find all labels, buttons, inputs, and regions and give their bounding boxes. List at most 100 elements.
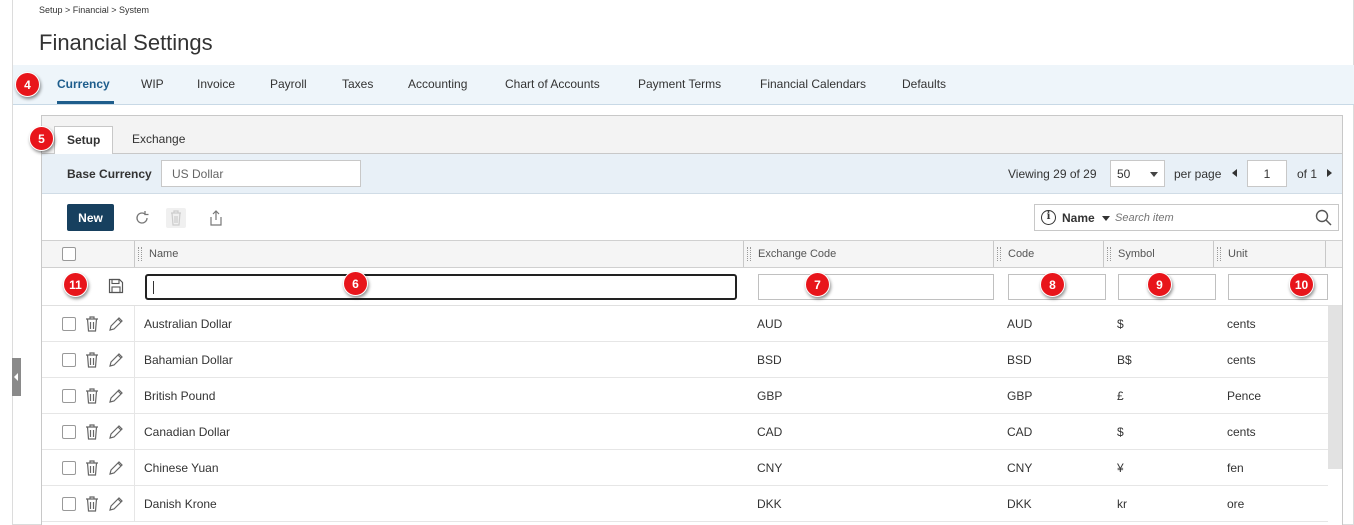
- cell-exchange-code: CNY: [757, 461, 783, 475]
- tab-exchange[interactable]: Exchange: [120, 126, 197, 155]
- trash-icon[interactable]: [84, 351, 100, 369]
- viewing-value: 29 of 29: [1053, 167, 1097, 181]
- cell-symbol: kr: [1117, 497, 1127, 511]
- trash-icon[interactable]: [84, 495, 100, 513]
- breadcrumb: Setup > Financial > System: [39, 5, 150, 15]
- row-checkbox[interactable]: [62, 353, 76, 367]
- column-header-code[interactable]: Code: [994, 241, 1104, 267]
- search-input[interactable]: [1115, 209, 1305, 227]
- column-resize-handle[interactable]: [1217, 247, 1221, 261]
- table-row[interactable]: Canadian Dollar CAD CAD $ cents: [42, 414, 1328, 450]
- callout-marker-8: 8: [1040, 272, 1065, 297]
- row-checkbox[interactable]: [62, 389, 76, 403]
- trash-icon[interactable]: [84, 423, 100, 441]
- per-page-select[interactable]: 50: [1110, 160, 1165, 187]
- pencil-icon[interactable]: [107, 459, 123, 477]
- callout-marker-7: 7: [805, 272, 830, 297]
- name-input[interactable]: [145, 274, 737, 300]
- table-row[interactable]: Australian Dollar AUD AUD $ cents: [42, 306, 1328, 342]
- column-resize-handle[interactable]: [138, 247, 142, 261]
- cell-code: GBP: [1007, 389, 1033, 403]
- refresh-icon[interactable]: [132, 208, 152, 228]
- column-divider: [134, 486, 135, 522]
- cell-exchange-code: GBP: [757, 389, 783, 403]
- callout-marker-10: 10: [1289, 272, 1314, 297]
- column-resize-handle[interactable]: [997, 247, 1001, 261]
- column-resize-handle[interactable]: [1107, 247, 1111, 261]
- previous-page-icon[interactable]: [1232, 169, 1237, 177]
- new-button[interactable]: New: [67, 204, 114, 231]
- row-checkbox[interactable]: [62, 425, 76, 439]
- cell-unit: cents: [1227, 353, 1256, 367]
- chevron-left-icon: [14, 373, 18, 381]
- page-title: Financial Settings: [39, 30, 213, 55]
- callout-marker-4: 4: [15, 72, 40, 97]
- sub-tab-bar: Setup Exchange: [42, 116, 1342, 155]
- table-row[interactable]: British Pound GBP GBP £ Pence: [42, 378, 1328, 414]
- trash-icon[interactable]: [166, 208, 186, 228]
- active-tab-indicator: [57, 101, 114, 104]
- table-row[interactable]: Danish Krone DKK DKK kr ore: [42, 486, 1328, 522]
- export-icon[interactable]: [206, 208, 226, 228]
- grid-header: Name Exchange Code Code Symbol Unit: [42, 240, 1342, 268]
- cell-unit: cents: [1227, 425, 1256, 439]
- cell-name: Canadian Dollar: [144, 425, 231, 439]
- page-total-label: of 1: [1297, 167, 1318, 181]
- tab-accounting[interactable]: Accounting: [408, 77, 467, 91]
- cell-code: AUD: [1007, 317, 1033, 331]
- tab-chart-of-accounts[interactable]: Chart of Accounts: [505, 77, 600, 91]
- column-resize-handle[interactable]: [747, 247, 751, 261]
- text-cursor: [153, 281, 154, 294]
- viewing-label: Viewing: [1008, 167, 1050, 181]
- cell-symbol: £: [1117, 389, 1124, 403]
- tab-payroll[interactable]: Payroll: [270, 77, 307, 91]
- row-checkbox[interactable]: [62, 461, 76, 475]
- next-page-icon[interactable]: [1327, 169, 1332, 177]
- pencil-icon[interactable]: [107, 315, 123, 333]
- search-icon[interactable]: [1314, 208, 1334, 228]
- per-page-label: per page: [1174, 167, 1222, 181]
- column-header-exchange-code[interactable]: Exchange Code: [744, 241, 994, 267]
- search-field-select[interactable]: Name: [1062, 211, 1095, 225]
- tab-taxes[interactable]: Taxes: [342, 77, 373, 91]
- pencil-icon[interactable]: [107, 495, 123, 513]
- base-currency-input[interactable]: US Dollar: [161, 160, 361, 187]
- pencil-icon[interactable]: [107, 423, 123, 441]
- trash-icon[interactable]: [84, 315, 100, 333]
- cell-name: British Pound: [144, 389, 216, 403]
- trash-icon[interactable]: [84, 459, 100, 477]
- tab-payment-terms[interactable]: Payment Terms: [638, 77, 721, 91]
- sidebar-collapse-handle[interactable]: [12, 358, 21, 396]
- tab-setup[interactable]: Setup: [54, 126, 114, 155]
- tab-wip[interactable]: WIP: [141, 77, 164, 91]
- viewing-count: Viewing 29 of 29: [1008, 167, 1097, 181]
- tab-defaults[interactable]: Defaults: [902, 77, 946, 91]
- main-tab-bar: Currency WIP Invoice Payroll Taxes Accou…: [13, 65, 1354, 105]
- callout-marker-9: 9: [1147, 272, 1172, 297]
- column-header-name[interactable]: Name: [135, 241, 744, 267]
- search-box: i Name: [1034, 204, 1339, 231]
- page-number-input[interactable]: 1: [1247, 160, 1287, 187]
- chevron-down-icon[interactable]: [1102, 216, 1110, 221]
- cell-exchange-code: DKK: [757, 497, 782, 511]
- row-checkbox[interactable]: [62, 497, 76, 511]
- info-icon[interactable]: i: [1041, 210, 1056, 225]
- tab-financial-calendars[interactable]: Financial Calendars: [760, 77, 866, 91]
- tab-invoice[interactable]: Invoice: [197, 77, 235, 91]
- pencil-icon[interactable]: [107, 351, 123, 369]
- tab-currency[interactable]: Currency: [57, 77, 110, 91]
- row-checkbox[interactable]: [62, 317, 76, 331]
- column-header-symbol[interactable]: Symbol: [1104, 241, 1214, 267]
- column-divider: [134, 414, 135, 450]
- table-row[interactable]: Bahamian Dollar BSD BSD B$ cents: [42, 342, 1328, 378]
- vertical-scrollbar[interactable]: [1328, 306, 1342, 469]
- pencil-icon[interactable]: [107, 387, 123, 405]
- trash-icon[interactable]: [84, 387, 100, 405]
- cell-unit: cents: [1227, 317, 1256, 331]
- cell-code: CAD: [1007, 425, 1033, 439]
- column-header-unit[interactable]: Unit: [1214, 241, 1326, 267]
- exchange-code-input[interactable]: [758, 274, 994, 300]
- save-icon[interactable]: [108, 278, 124, 296]
- table-row[interactable]: Chinese Yuan CNY CNY ¥ fen: [42, 450, 1328, 486]
- cell-unit: Pence: [1227, 389, 1262, 403]
